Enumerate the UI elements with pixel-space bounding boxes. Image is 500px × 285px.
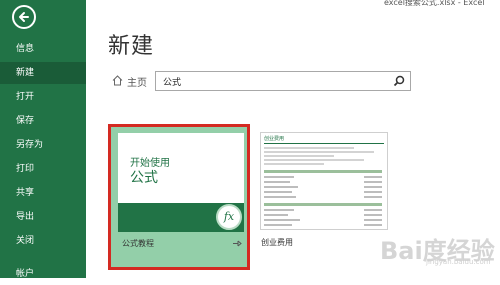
sidebar-item-account[interactable]: 帐户: [0, 263, 86, 285]
back-arrow-icon[interactable]: [12, 5, 36, 29]
doc-title-rule: [264, 143, 384, 144]
doc-table-value: [364, 219, 382, 221]
sidebar-item-open[interactable]: 打开: [0, 86, 86, 108]
doc-text-line: [264, 151, 374, 153]
doc-text-line: [264, 159, 364, 161]
template-search-input[interactable]: 公式: [155, 71, 411, 91]
template-startup-expenses[interactable]: 创业费用: [260, 132, 388, 230]
doc-table-row: [264, 181, 290, 183]
sidebar-item-save-as[interactable]: 另存为: [0, 134, 86, 156]
sidebar-item-new[interactable]: 新建: [0, 62, 86, 84]
doc-text-line: [264, 147, 354, 149]
sidebar-item-export[interactable]: 导出: [0, 206, 86, 228]
search-value: 公式: [163, 78, 182, 88]
sidebar-item-info[interactable]: 信息: [0, 38, 86, 60]
template-name: 创业费用: [261, 238, 293, 247]
back-arrow-glyph: [19, 12, 29, 22]
doc-table-row: [264, 214, 288, 216]
search-icon[interactable]: [393, 75, 405, 87]
home-label: 主页: [127, 78, 147, 89]
doc-table-value: [364, 224, 382, 226]
doc-table-row: [264, 191, 292, 193]
template-thumbnail: 开始使用 公式 fx: [118, 133, 244, 232]
doc-table-row: [264, 209, 294, 211]
doc-table-value: [364, 209, 382, 211]
doc-text-line: [264, 155, 334, 157]
sidebar-item-share[interactable]: 共享: [0, 182, 86, 204]
sidebar-item-close[interactable]: 关闭: [0, 230, 86, 252]
doc-table-value: [364, 186, 382, 188]
doc-table-value: [364, 181, 382, 183]
template-formula-tutorial[interactable]: 开始使用 公式 fx 公式教程: [108, 124, 250, 270]
doc-thumbnail-title: 创业费用: [264, 136, 285, 142]
doc-table-row: [264, 176, 294, 178]
doc-table-value: [364, 176, 382, 178]
doc-table-value: [364, 191, 382, 193]
doc-table-row: [264, 196, 296, 198]
sidebar-item-save[interactable]: 保存: [0, 110, 86, 132]
doc-table-value: [364, 196, 382, 198]
sidebar-item-print[interactable]: 打印: [0, 158, 86, 180]
doc-table-value: [364, 214, 382, 216]
doc-table-header: [264, 170, 382, 173]
doc-table-row: [264, 219, 300, 221]
pin-icon[interactable]: [233, 240, 242, 247]
template-name: 公式教程: [122, 239, 154, 248]
fx-icon: fx: [216, 204, 242, 230]
page-title: 新建: [108, 34, 155, 59]
doc-text-line: [264, 163, 324, 165]
thumbnail-subheading: 公式: [130, 170, 158, 186]
backstage-sidebar: 信息 新建 打开 保存 另存为 打印 共享 导出 关闭 帐户: [0, 0, 86, 279]
home-icon: [112, 75, 123, 86]
window-title: excel搜索公式.xlsx - Excel: [384, 0, 485, 7]
watermark-url: jingyan.baidu.com: [426, 258, 491, 266]
doc-table-row: [264, 186, 298, 188]
doc-table-header: [264, 203, 382, 206]
doc-table-row: [264, 224, 292, 226]
